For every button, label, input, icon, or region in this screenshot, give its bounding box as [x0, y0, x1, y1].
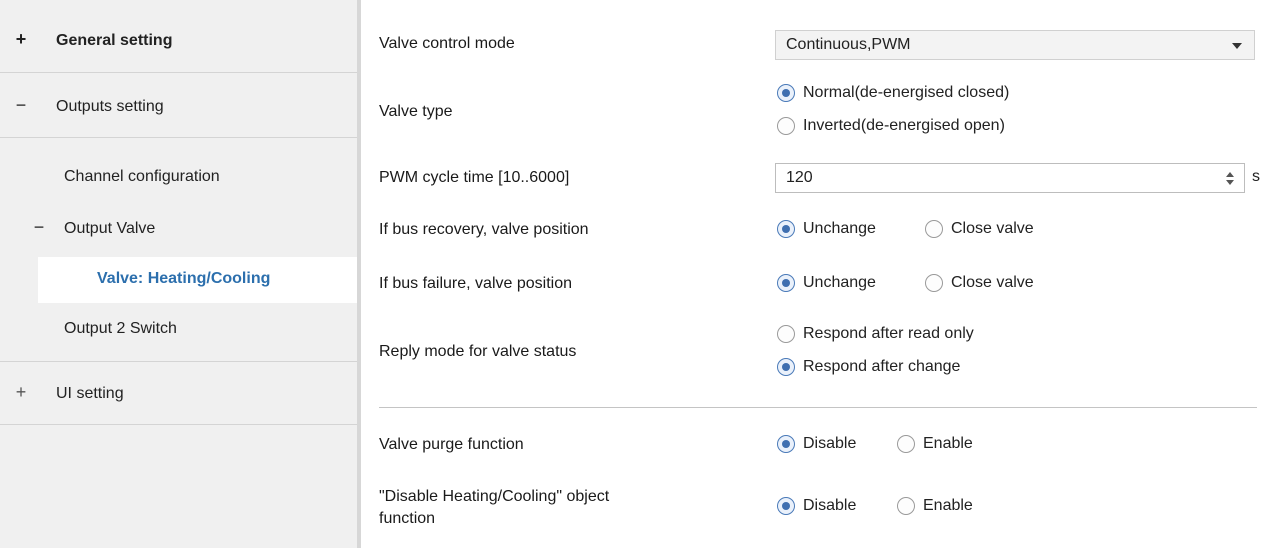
valve-type-normal-radio[interactable]: Normal(de-energised closed) — [777, 84, 1009, 102]
sidebar-item-output-2-switch[interactable]: Output 2 Switch — [0, 310, 357, 350]
collapse-icon[interactable]: − — [14, 95, 28, 116]
radio-selected-icon — [777, 84, 795, 102]
radio-selected-icon — [777, 274, 795, 292]
valve-type-label: Valve type — [379, 103, 453, 120]
valve-type-inverted-radio[interactable]: Inverted(de-energised open) — [777, 117, 1005, 135]
chevron-down-icon — [1232, 43, 1242, 49]
divider — [0, 137, 357, 138]
sidebar-item-general-setting[interactable]: + General setting — [0, 22, 357, 62]
radio-unselected-icon — [897, 497, 915, 515]
divider — [0, 424, 357, 425]
radio-selected-icon — [777, 220, 795, 238]
radio-label: Respond after change — [803, 358, 961, 375]
pwm-cycle-time-label: PWM cycle time [10..6000] — [379, 169, 570, 186]
valve-purge-label: Valve purge function — [379, 436, 524, 453]
stepper-down-icon[interactable] — [1226, 180, 1234, 185]
radio-label: Unchange — [803, 274, 876, 291]
stepper-up-icon[interactable] — [1226, 172, 1234, 177]
radio-unselected-icon — [777, 325, 795, 343]
valve-control-mode-label: Valve control mode — [379, 35, 515, 52]
sidebar-item-label: Channel configuration — [64, 168, 220, 185]
divider — [0, 72, 357, 73]
pwm-cycle-time-input[interactable] — [776, 164, 1216, 192]
radio-selected-icon — [777, 435, 795, 453]
bus-recovery-unchange-radio[interactable]: Unchange — [777, 220, 876, 238]
disable-heating-cooling-enable-radio[interactable]: Enable — [897, 497, 973, 515]
expand-icon[interactable]: + — [14, 382, 28, 403]
reply-mode-after-change-radio[interactable]: Respond after change — [777, 358, 960, 376]
reply-mode-read-only-radio[interactable]: Respond after read only — [777, 325, 974, 343]
radio-label: Enable — [923, 435, 973, 452]
sidebar-item-valve-heating-cooling[interactable]: Valve: Heating/Cooling — [38, 257, 357, 303]
bus-failure-unchange-radio[interactable]: Unchange — [777, 274, 876, 292]
sidebar-item-label: UI setting — [56, 385, 124, 402]
radio-unselected-icon — [925, 274, 943, 292]
disable-heating-cooling-label-line2: function — [379, 510, 436, 527]
expand-icon[interactable]: + — [14, 29, 28, 50]
sidebar-item-label: General setting — [56, 32, 173, 49]
bus-recovery-close-valve-radio[interactable]: Close valve — [925, 220, 1034, 238]
sidebar-item-outputs-setting[interactable]: − Outputs setting — [0, 88, 357, 128]
section-divider — [379, 407, 1257, 408]
sidebar-item-label: Output 2 Switch — [64, 320, 177, 337]
sidebar-item-label: Output Valve — [64, 220, 156, 237]
sidebar-item-output-valve[interactable]: − Output Valve — [0, 210, 357, 250]
radio-unselected-icon — [777, 117, 795, 135]
radio-selected-icon — [777, 358, 795, 376]
radio-label: Close valve — [951, 274, 1034, 291]
radio-label: Normal(de-energised closed) — [803, 84, 1010, 101]
sidebar-item-channel-configuration[interactable]: Channel configuration — [0, 158, 357, 198]
bus-failure-label: If bus failure, valve position — [379, 275, 572, 292]
reply-mode-label: Reply mode for valve status — [379, 343, 577, 360]
radio-unselected-icon — [897, 435, 915, 453]
radio-label: Disable — [803, 435, 857, 452]
radio-selected-icon — [777, 497, 795, 515]
radio-label: Respond after read only — [803, 325, 974, 342]
sidebar-item-label: Outputs setting — [56, 98, 164, 115]
radio-label: Close valve — [951, 220, 1034, 237]
collapse-icon[interactable]: − — [32, 217, 46, 238]
valve-purge-enable-radio[interactable]: Enable — [897, 435, 973, 453]
sidebar-item-ui-setting[interactable]: + UI setting — [0, 375, 357, 415]
sidebar-item-label: Valve: Heating/Cooling — [97, 270, 271, 287]
divider — [0, 361, 357, 362]
pwm-cycle-time-stepper[interactable] — [775, 163, 1245, 193]
unit-label: s — [1252, 168, 1260, 185]
valve-control-mode-select[interactable]: Continuous,PWM — [775, 30, 1255, 60]
radio-label: Enable — [923, 497, 973, 514]
bus-recovery-label: If bus recovery, valve position — [379, 221, 589, 238]
panel-divider[interactable] — [357, 0, 361, 548]
disable-heating-cooling-disable-radio[interactable]: Disable — [777, 497, 856, 515]
valve-control-mode-value: Continuous,PWM — [786, 36, 911, 53]
sidebar: + General setting − Outputs setting Chan… — [0, 0, 357, 548]
disable-heating-cooling-label: "Disable Heating/Cooling" object — [379, 488, 610, 505]
radio-label: Disable — [803, 497, 857, 514]
radio-label: Unchange — [803, 220, 876, 237]
bus-failure-close-valve-radio[interactable]: Close valve — [925, 274, 1034, 292]
radio-label: Inverted(de-energised open) — [803, 117, 1005, 134]
radio-unselected-icon — [925, 220, 943, 238]
valve-purge-disable-radio[interactable]: Disable — [777, 435, 856, 453]
